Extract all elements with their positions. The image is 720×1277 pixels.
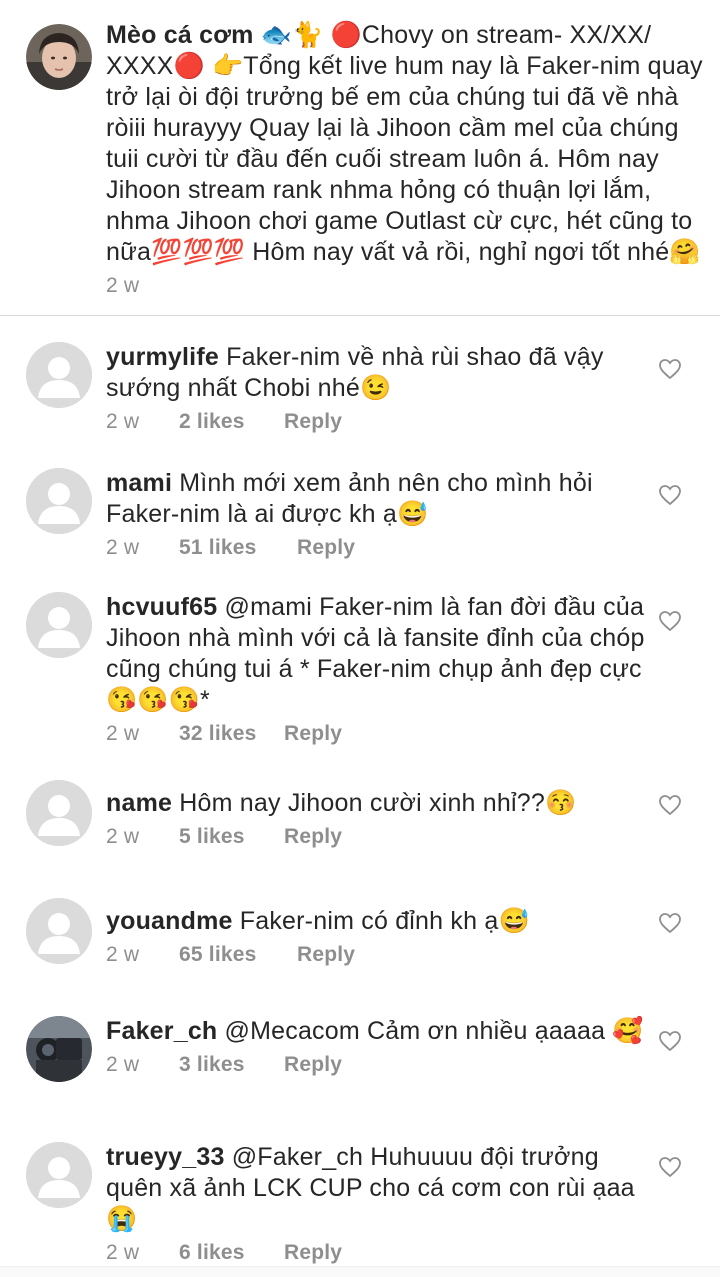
comment-text: Hôm nay Jihoon cười xinh nhỉ??😚 [179,789,577,817]
comment-username[interactable]: name [106,789,172,817]
comment-avatar[interactable] [26,1016,92,1082]
reply-button[interactable]: Reply [297,536,355,559]
comment-likes[interactable]: 32 likes [179,721,284,747]
caption-username[interactable]: Mèo cá cơm [106,21,254,49]
comment-avatar[interactable] [26,468,92,534]
reply-button[interactable]: Reply [284,722,342,745]
comment-timestamp: 2 w [106,410,140,433]
comment-timestamp: 2 w [106,536,140,559]
reply-button[interactable]: Reply [297,943,355,966]
comment-timestamp: 2 w [106,722,140,745]
comment-likes[interactable]: 65 likes [179,942,297,968]
heart-icon[interactable] [658,1156,682,1178]
comment-likes[interactable]: 3 likes [179,1052,284,1078]
comment-text: Faker-nim có đỉnh kh ạ😅 [239,907,530,935]
comment-username[interactable]: yurmylife [106,343,219,371]
comment-timestamp: 2 w [106,1053,140,1076]
heart-icon[interactable] [658,794,682,816]
comment-avatar[interactable] [26,592,92,658]
comment-avatar[interactable] [26,780,92,846]
comment-likes[interactable]: 51 likes [179,535,297,561]
comment-timestamp: 2 w [106,825,140,848]
bottom-divider [0,1266,720,1277]
caption-avatar[interactable] [26,24,92,90]
caption-text: 🐟🐈 🔴Chovy on stream- XX/XX/ XXXX🔴 👉Tổng … [106,21,703,266]
caption-timestamp: 2 w [106,274,140,297]
heart-icon[interactable] [658,358,682,380]
comment-username[interactable]: mami [106,469,172,497]
comment-avatar[interactable] [26,342,92,408]
comment-likes[interactable]: 2 likes [179,409,284,435]
caption-block: Mèo cá cơm 🐟🐈 🔴Chovy on stream- XX/XX/ X… [0,0,720,316]
comment-username[interactable]: youandme [106,907,233,935]
reply-button[interactable]: Reply [284,1053,342,1076]
caption-text-block: Mèo cá cơm 🐟🐈 🔴Chovy on stream- XX/XX/ X… [106,20,704,268]
comment-text: @Mecacom Cảm ơn nhiều ạaaaa 🥰 [224,1017,644,1045]
heart-icon[interactable] [658,610,682,632]
comment-username[interactable]: hcvuuf65 [106,593,217,621]
comment-timestamp: 2 w [106,1241,140,1264]
comment-text: Mình mới xem ảnh nên cho mình hỏi Faker-… [106,469,593,528]
reply-button[interactable]: Reply [284,1241,342,1264]
reply-button[interactable]: Reply [284,825,342,848]
heart-icon[interactable] [658,1030,682,1052]
comment-avatar[interactable] [26,1142,92,1208]
comment-username[interactable]: Faker_ch [106,1017,217,1045]
comment-likes[interactable]: 6 likes [179,1240,284,1266]
reply-button[interactable]: Reply [284,410,342,433]
heart-icon[interactable] [658,484,682,506]
comment-likes[interactable]: 5 likes [179,824,284,850]
comment-timestamp: 2 w [106,943,140,966]
heart-icon[interactable] [658,912,682,934]
comment-avatar[interactable] [26,898,92,964]
comment-username[interactable]: trueyy_33 [106,1143,225,1171]
